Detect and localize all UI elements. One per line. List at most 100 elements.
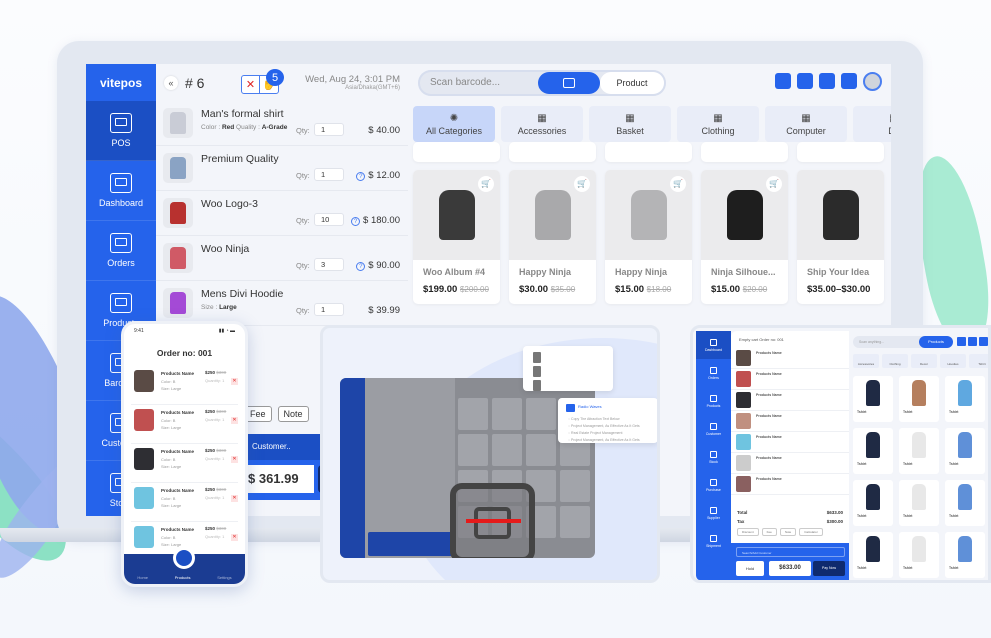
tablet-products-button[interactable]: Products — [919, 336, 953, 348]
add-to-cart-icon[interactable]: 🛒 — [478, 176, 494, 192]
clear-cart-button[interactable]: ✕ — [242, 76, 260, 93]
product-card-partial[interactable] — [413, 142, 500, 162]
tablet-product-card[interactable]: Tshirt — [945, 376, 985, 422]
fee-button[interactable]: Fee — [244, 406, 272, 422]
product-card[interactable]: 🛒 Happy Ninja $15.00 $18.00 — [605, 170, 692, 304]
tablet-product-card[interactable]: Tshirt — [853, 376, 893, 422]
quantity-field[interactable]: Quantity: 1 — [205, 378, 224, 383]
product-card-partial[interactable] — [701, 142, 788, 162]
phone-nav-products[interactable]: Products — [175, 575, 191, 580]
tablet-nav-purchase[interactable]: Purchase — [696, 471, 731, 499]
tablet-nav-products[interactable]: Products — [696, 387, 731, 415]
tablet-product-card[interactable]: Tshirt — [853, 480, 893, 526]
tablet-category-tab[interactable]: Decor — [911, 354, 937, 368]
tablet-category-tab[interactable]: Accessories — [853, 354, 879, 368]
add-to-cart-icon[interactable]: 🛒 — [574, 176, 590, 192]
cart-line-item[interactable]: Mens Divi Hoodie Size : Large Qty: 1 $ 39.9… — [156, 281, 408, 326]
quantity-field[interactable]: Quantity: 1 — [205, 456, 224, 461]
tablet-category-tab[interactable]: Hoodies — [940, 354, 966, 368]
tablet-action-note[interactable]: Note — [779, 528, 797, 536]
scan-mode-button[interactable] — [538, 72, 600, 94]
add-to-cart-icon[interactable]: 🛒 — [766, 176, 782, 192]
tablet-customer-search[interactable]: Search/Add Customer — [736, 547, 845, 557]
tablet-nav-orders[interactable]: Orders — [696, 359, 731, 387]
info-icon[interactable]: ? — [356, 262, 366, 271]
quantity-field[interactable]: Quantity: 1 — [205, 534, 224, 539]
tablet-nav-dashboard[interactable]: Dashboard — [696, 331, 731, 359]
quantity-field[interactable]: Quantity: 1 — [205, 417, 224, 422]
category-tab[interactable]: ▦ De — [853, 106, 891, 142]
tablet-product-card[interactable]: Tshirt — [899, 532, 939, 578]
info-icon[interactable]: ? — [356, 172, 366, 181]
user-avatar[interactable] — [863, 72, 882, 91]
barcode-search[interactable]: Scan barcode... Product — [418, 70, 666, 96]
tablet-product-card[interactable]: Tshirt — [853, 428, 893, 474]
qty-input[interactable]: 1 — [314, 168, 344, 181]
tablet-search[interactable]: Scan anything... Products — [853, 336, 953, 348]
qty-input[interactable]: 3 — [314, 258, 344, 271]
phone-nav-settings[interactable]: Settings — [217, 575, 231, 580]
remove-item-icon[interactable]: ✕ — [231, 378, 238, 385]
wifi-icon[interactable] — [797, 73, 813, 89]
refresh-icon[interactable] — [968, 337, 977, 346]
quantity-field[interactable]: Quantity: 1 — [205, 495, 224, 500]
pay-now-button[interactable]: Pay Now — [813, 561, 845, 576]
category-tab[interactable]: ▦ Clothing — [677, 106, 759, 142]
product-card-partial[interactable] — [509, 142, 596, 162]
qty-input[interactable]: 10 — [314, 213, 344, 226]
sidebar-item-dashboard[interactable]: Dashboard — [86, 161, 156, 221]
product-mode-button[interactable]: Product — [600, 72, 664, 94]
category-tab[interactable]: ▦ Computer — [765, 106, 847, 142]
wifi-icon[interactable] — [979, 337, 988, 346]
product-card[interactable]: Ship Your Idea $35.00–$30.00 — [797, 170, 884, 304]
qty-input[interactable]: 1 — [314, 123, 344, 136]
tablet-nav-customer[interactable]: Customer — [696, 415, 731, 443]
qty-input[interactable]: 1 — [314, 303, 344, 316]
cart-line-item[interactable]: Premium Quality Qty: 1 ? $ 12.00 — [156, 146, 408, 191]
store-icon[interactable] — [819, 73, 835, 89]
tablet-nav-shipment[interactable]: Shipment — [696, 527, 731, 555]
phone-scan-button[interactable] — [173, 547, 195, 569]
tablet-product-card[interactable]: Tshirt — [945, 480, 985, 526]
tablet-nav-stock[interactable]: Stock — [696, 443, 731, 471]
product-card[interactable]: 🛒 Ninja Silhoue... $15.00 $20.00 — [701, 170, 788, 304]
note-button[interactable]: Note — [277, 406, 309, 422]
product-card[interactable]: 🛒 Happy Ninja $30.00 $35.00 — [509, 170, 596, 304]
collapse-back-button[interactable]: « — [164, 75, 178, 90]
phone-nav-home[interactable]: Home — [137, 575, 148, 580]
sidebar-item-pos[interactable]: POS — [86, 101, 156, 161]
remove-item-icon[interactable]: ✕ — [231, 495, 238, 502]
tablet-action-fee[interactable]: Fee — [761, 528, 777, 536]
tablet-product-card[interactable]: Tshirt — [945, 428, 985, 474]
product-card[interactable]: 🛒 Woo Album #4 $199.00 $200.00 — [413, 170, 500, 304]
product-card-partial[interactable] — [605, 142, 692, 162]
tablet-product-card[interactable]: Tshirt — [899, 376, 939, 422]
category-tab[interactable]: ▦ Basket — [589, 106, 671, 142]
tablet-product-card[interactable]: Tshirt — [899, 480, 939, 526]
tablet-action-discount[interactable]: Discount — [737, 528, 759, 536]
hold-button[interactable]: Hold — [736, 561, 764, 576]
tablet-product-card[interactable]: Tshirt — [853, 532, 893, 578]
collapse-icon[interactable] — [841, 73, 857, 89]
search-input[interactable]: Scan barcode... — [430, 77, 500, 88]
remove-item-icon[interactable]: ✕ — [231, 534, 238, 541]
remove-item-icon[interactable]: ✕ — [231, 456, 238, 463]
tablet-nav-supplier[interactable]: Supplier — [696, 499, 731, 527]
tablet-product-card[interactable]: Tshirt — [899, 428, 939, 474]
sync-icon[interactable] — [957, 337, 966, 346]
refresh-icon[interactable] — [775, 73, 791, 89]
tablet-action-calculator[interactable]: Calculator — [799, 528, 823, 536]
category-tab[interactable]: ▦ Accessories — [501, 106, 583, 142]
tablet-category-tab[interactable]: Tshirt — [969, 354, 988, 368]
info-icon[interactable]: ? — [351, 217, 361, 226]
sidebar-item-orders[interactable]: Orders — [86, 221, 156, 281]
category-tab[interactable]: ✺ All Categories — [413, 106, 495, 142]
cart-line-item[interactable]: Man's formal shirt Color : Red Quality : … — [156, 101, 408, 146]
tablet-category-tab[interactable]: Clothing — [882, 354, 908, 368]
remove-item-icon[interactable]: ✕ — [231, 417, 238, 424]
cart-line-item[interactable]: Woo Ninja Qty: 3 ? $ 90.00 — [156, 236, 408, 281]
add-to-cart-icon[interactable]: 🛒 — [670, 176, 686, 192]
tablet-product-card[interactable]: Tshirt — [945, 532, 985, 578]
product-card-partial[interactable] — [797, 142, 884, 162]
cart-line-item[interactable]: Woo Logo-3 Qty: 10 ? $ 180.00 — [156, 191, 408, 236]
